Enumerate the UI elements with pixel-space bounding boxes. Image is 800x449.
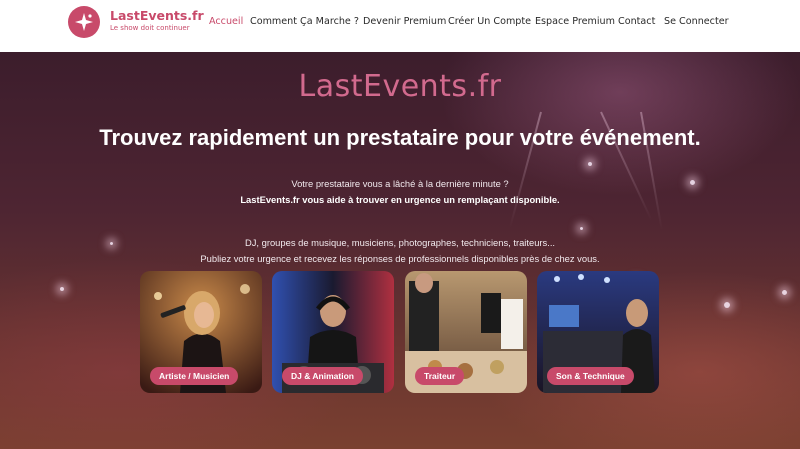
stage-light	[588, 162, 592, 166]
hero-question: Votre prestataire vous a lâché à la dern…	[291, 178, 509, 189]
category-label: Traiteur	[415, 367, 465, 385]
stage-light	[580, 227, 583, 230]
logo-sparkle-icon[interactable]	[68, 6, 100, 38]
logo-tagline: Le show doit continuer	[110, 24, 190, 32]
stage-light	[60, 287, 64, 291]
category-label: Artiste / Musicien	[150, 367, 239, 385]
category-card-artiste[interactable]: Artiste / Musicien	[140, 271, 262, 393]
hero-headline: Trouvez rapidement un prestataire pour v…	[99, 125, 701, 150]
nav-comment-ca-marche[interactable]: Comment Ça Marche ?	[250, 16, 359, 30]
hero-brand-title: LastEvents.fr	[298, 69, 502, 104]
nav-contact[interactable]: Contact	[618, 16, 655, 30]
site-header: LastEvents.fr Le show doit continuer Acc…	[0, 0, 800, 52]
stage-light	[782, 290, 787, 295]
hero-call-to-action: Publiez votre urgence et recevez les rép…	[200, 253, 600, 264]
nav-espace-premium[interactable]: Espace Premium	[535, 16, 615, 30]
category-label: DJ & Animation	[282, 367, 363, 385]
logo-title[interactable]: LastEvents.fr	[110, 8, 204, 23]
hero-pitch: LastEvents.fr vous aide à trouver en urg…	[240, 194, 560, 205]
hero-section: LastEvents.fr Trouvez rapidement un pres…	[0, 52, 800, 449]
nav-devenir-premium[interactable]: Devenir Premium	[363, 16, 446, 30]
nav-accueil[interactable]: Accueil	[209, 16, 243, 30]
category-card-traiteur[interactable]: Traiteur	[405, 271, 527, 393]
stage-light	[724, 302, 730, 308]
nav-se-connecter[interactable]: Se Connecter	[664, 16, 729, 30]
category-card-son[interactable]: Son & Technique	[537, 271, 659, 393]
category-card-dj[interactable]: DJ & Animation	[272, 271, 394, 393]
nav-creer-un-compte[interactable]: Créer Un Compte	[448, 16, 531, 30]
category-label: Son & Technique	[547, 367, 634, 385]
hero-services-list: DJ, groupes de musique, musiciens, photo…	[244, 237, 556, 248]
